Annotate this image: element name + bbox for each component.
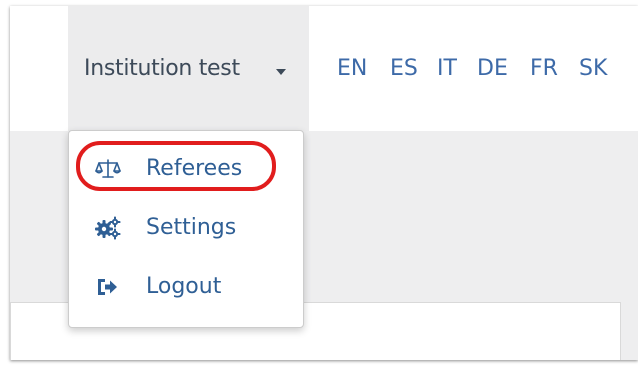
sign-out-icon: [98, 279, 117, 295]
language-link-de[interactable]: DE: [477, 56, 508, 81]
language-link-fr[interactable]: FR: [530, 56, 558, 81]
user-menu-label: Institution test: [84, 56, 240, 81]
menu-item-label: Settings: [146, 215, 237, 240]
menu-item-logout[interactable]: Logout: [69, 263, 303, 311]
gears-icon: [95, 216, 121, 240]
language-link-es[interactable]: ES: [390, 56, 418, 81]
caret-down-icon: [276, 69, 286, 75]
menu-item-settings[interactable]: Settings: [69, 204, 303, 252]
navbar: Institution test EN ES IT DE FR SK: [10, 6, 638, 131]
menu-item-label: Logout: [146, 274, 222, 299]
user-menu-toggle[interactable]: Institution test: [68, 6, 309, 131]
language-link-it[interactable]: IT: [437, 56, 457, 81]
language-link-en[interactable]: EN: [337, 56, 367, 81]
language-link-sk[interactable]: SK: [579, 56, 607, 81]
highlight-annotation: [76, 141, 276, 191]
